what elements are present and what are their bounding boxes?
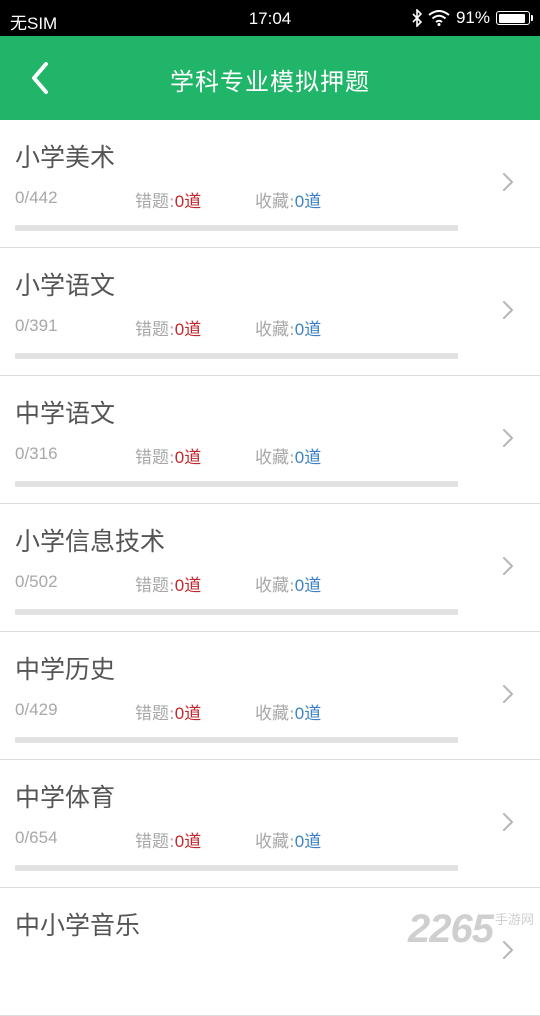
battery-icon	[496, 11, 533, 25]
progress-count: 0/429	[15, 700, 58, 719]
wrong-value: 0道	[174, 832, 202, 851]
chevron-right-icon	[503, 813, 513, 831]
wrong-count: 错题:0道	[135, 699, 201, 724]
progress-bar	[15, 481, 458, 487]
subject-name: 中学体育	[15, 783, 116, 812]
subject-item[interactable]: 中学语文 0/316 错题:0道 收藏:0道	[0, 376, 540, 504]
favorite-value: 0道	[294, 192, 322, 211]
wrong-count: 错题:0道	[135, 187, 201, 212]
favorite-label: 收藏:	[255, 576, 295, 596]
wrong-label: 错题:	[135, 192, 175, 212]
bluetooth-icon	[412, 9, 422, 27]
wrong-label: 错题:	[135, 576, 175, 596]
favorite-count: 收藏:0道	[255, 571, 321, 596]
wrong-value: 0道	[174, 704, 202, 723]
battery-fill	[498, 13, 525, 23]
wifi-icon	[428, 10, 450, 26]
progress-count: 0/442	[15, 188, 58, 207]
progress-bar	[15, 353, 458, 359]
subject-item[interactable]: 中学历史 0/429 错题:0道 收藏:0道	[0, 632, 540, 760]
progress-count: 0/502	[15, 572, 58, 591]
progress-count: 0/316	[15, 444, 58, 463]
favorite-value: 0道	[294, 704, 322, 723]
progress-count: 0/391	[15, 316, 58, 335]
subject-list: 小学美术 0/442 错题:0道 收藏:0道 小学语文 0/391 错题:0道 …	[0, 120, 540, 1016]
favorite-label: 收藏:	[255, 704, 295, 724]
progress-bar	[15, 609, 458, 615]
status-bar: 无SIM 17:04 91%	[0, 0, 540, 36]
wrong-label: 错题:	[135, 832, 175, 852]
wrong-label: 错题:	[135, 320, 175, 340]
progress-bar	[15, 225, 458, 231]
favorite-value: 0道	[294, 448, 322, 467]
favorite-value: 0道	[294, 320, 322, 339]
subject-name: 小学美术	[15, 143, 116, 172]
watermark-logo: 2265	[408, 907, 494, 951]
favorite-count: 收藏:0道	[255, 315, 321, 340]
favorite-label: 收藏:	[255, 448, 295, 468]
page-title: 学科专业模拟押题	[170, 68, 370, 96]
favorite-label: 收藏:	[255, 192, 295, 212]
subject-name: 中学历史	[15, 655, 116, 684]
favorite-count: 收藏:0道	[255, 443, 321, 468]
favorite-count: 收藏:0道	[255, 187, 321, 212]
favorite-value: 0道	[294, 832, 322, 851]
wrong-label: 错题:	[135, 704, 175, 724]
favorite-count: 收藏:0道	[255, 827, 321, 852]
subject-item[interactable]: 中学体育 0/654 错题:0道 收藏:0道	[0, 760, 540, 888]
subject-item[interactable]: 小学语文 0/391 错题:0道 收藏:0道	[0, 248, 540, 376]
wrong-count: 错题:0道	[135, 443, 201, 468]
status-right: 91%	[412, 8, 533, 28]
favorite-count: 收藏:0道	[255, 699, 321, 724]
watermark-text: 手游网	[494, 913, 534, 928]
wrong-count: 错题:0道	[135, 315, 201, 340]
chevron-right-icon	[503, 685, 513, 703]
battery-percent: 91%	[455, 8, 490, 27]
subject-name: 小学语文	[15, 271, 116, 300]
favorite-label: 收藏:	[255, 320, 295, 340]
wrong-value: 0道	[174, 576, 202, 595]
chevron-right-icon	[503, 301, 513, 319]
subject-name: 小学信息技术	[15, 527, 166, 556]
progress-bar	[15, 865, 458, 871]
wrong-value: 0道	[174, 192, 202, 211]
favorite-value: 0道	[294, 576, 322, 595]
chevron-right-icon	[503, 429, 513, 447]
watermark: 2265 手游网	[408, 907, 534, 952]
chevron-right-icon	[503, 173, 513, 191]
subject-item[interactable]: 小学信息技术 0/502 错题:0道 收藏:0道	[0, 504, 540, 632]
favorite-label: 收藏:	[255, 832, 295, 852]
subject-item[interactable]: 小学美术 0/442 错题:0道 收藏:0道	[0, 120, 540, 248]
subject-name: 中小学音乐	[15, 911, 141, 940]
nav-bar: 学科专业模拟押题	[0, 36, 540, 120]
subject-name: 中学语文	[15, 399, 116, 428]
progress-bar	[15, 737, 458, 743]
chevron-right-icon	[503, 557, 513, 575]
wrong-value: 0道	[174, 320, 202, 339]
wrong-count: 错题:0道	[135, 571, 201, 596]
wrong-value: 0道	[174, 448, 202, 467]
progress-count: 0/654	[15, 828, 58, 847]
wrong-label: 错题:	[135, 448, 175, 468]
wrong-count: 错题:0道	[135, 827, 201, 852]
